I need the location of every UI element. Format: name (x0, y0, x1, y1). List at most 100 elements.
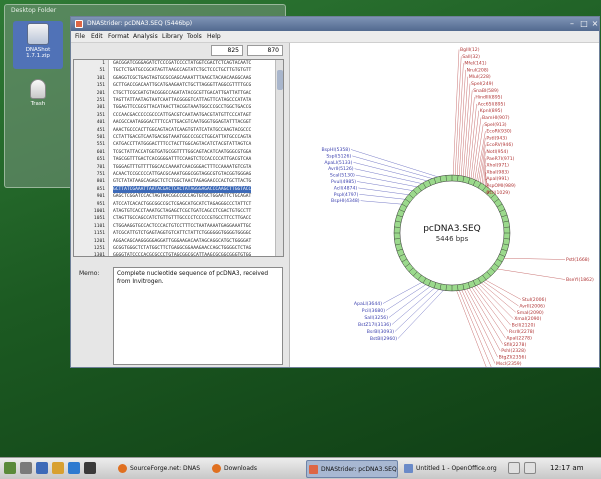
restriction-site-label[interactable]: BtgZI(2356) (499, 355, 527, 361)
restriction-site-label[interactable]: BclI(1029) (486, 190, 510, 196)
restriction-site-label[interactable]: PstI(1668) (566, 257, 590, 263)
restriction-site-label[interactable]: SspI(5126) (326, 153, 351, 159)
scrollbar-thumb[interactable] (277, 70, 283, 90)
restriction-site-label[interactable]: MluI(228) (469, 74, 491, 80)
task-sourceforge[interactable]: SourceForge.net: DNAS (116, 460, 204, 478)
start-menu-icon[interactable] (4, 462, 16, 474)
restriction-site-label[interactable]: PvuI(4985) (331, 179, 356, 185)
restriction-site-label[interactable]: BclI(2120) (512, 323, 536, 329)
sequence-line[interactable]: CTAGTTGCCAGCCATCTGTTGTTTGCCCCTCCCCCGTGCC… (113, 215, 251, 222)
restriction-site-label[interactable]: ApaI(991) (486, 176, 509, 182)
restriction-site-label[interactable]: XmaI(2090) (514, 316, 541, 322)
restriction-site-label[interactable]: BamHI(907) (482, 115, 510, 121)
sequence-text[interactable]: GACGGATCGGGAGATCTCCCGATCCCCTATGGTCGACTCT… (111, 60, 275, 256)
sequence-line[interactable]: GAGCTCGGATCCACTAGTAACGGCCGCCAGTGTGCTGGAA… (113, 193, 251, 200)
restriction-site-label[interactable]: BspHI(5358) (321, 147, 350, 153)
sequence-line[interactable]: TGCTCTGATGCCGCATAGTTAAGCCAGTATCTGCTCCCTG… (113, 67, 251, 74)
restriction-site-label[interactable]: AvrII(2006) (519, 303, 545, 309)
home-folder-icon[interactable] (52, 462, 64, 474)
task-dnastrider[interactable]: DNAStrider: pcDNA3.SEQ (306, 460, 398, 478)
sequence-line[interactable]: ACAACTCCGCCCCATTGACGCAAATGGGCGGTAGGCGTGT… (113, 171, 251, 178)
sequence-line[interactable]: CCTATTGACGTCAATGACGGTAAATGGCCCGCCTGGCATT… (113, 134, 251, 141)
restriction-site-label[interactable]: PspOMI(989) (486, 183, 515, 189)
restriction-site-label[interactable]: StuI(2006) (522, 297, 546, 303)
restriction-site-label[interactable]: ApaLI(5133) (324, 160, 352, 166)
sequence-line[interactable]: GTCTATATAAGCAGAGCTCTCTGGCTAACTAGAGAACCCA… (113, 178, 251, 185)
menu-edit[interactable]: Edit (91, 33, 103, 40)
sequence-editor[interactable]: 1 51 101 151 201 251 301 351 401 451 501 551 601 651 7… (73, 59, 284, 257)
restriction-site-label[interactable]: HindIII(895) (475, 95, 502, 101)
restriction-site-label[interactable]: EcoRV(946) (486, 142, 513, 148)
restriction-site-label[interactable]: ScaI(5130) (330, 173, 355, 179)
restriction-site-label[interactable]: RsrII(2278) (509, 329, 535, 335)
restriction-site-label[interactable]: BseYI(1862) (566, 277, 594, 283)
selection-end-field[interactable]: 870 (247, 45, 283, 56)
restriction-site-label[interactable]: BsrBI(3093) (367, 329, 394, 335)
sequence-line[interactable]: CTGGAAGGTGCCACTCCCACTGTCCTTTCCTAATAAAATG… (113, 223, 251, 230)
app-icon[interactable] (75, 20, 83, 28)
network-icon[interactable] (508, 462, 520, 474)
sequence-line[interactable]: TAGTTATTAATAGTAATCAATTACGGGGTCATTAGTTCAT… (113, 97, 251, 104)
sequence-scrollbar[interactable] (275, 60, 283, 256)
restriction-site-label[interactable]: Acc65I(895) (478, 101, 506, 107)
maximize-icon[interactable]: □ (579, 19, 589, 29)
sequence-line[interactable]: AACGCCAATAGGGACTTTCCATTGACGTCAATGGGTGGAG… (113, 119, 251, 126)
restriction-site-label[interactable]: AvrII(5126) (328, 166, 354, 172)
sequence-line[interactable]: GGAGGTCGCTGAGTAGTGCGCGAGCAAAATTTAAGCTACA… (113, 75, 251, 82)
sequence-line[interactable]: GCTTGACCGACAATTGCATGAAGAATCTGCTTAGGGTTAG… (113, 82, 251, 89)
desktop-icon-dnashot-zip[interactable]: DNAShot 1.7.1.zip (13, 21, 63, 69)
memo-textarea[interactable]: Complete nucleotide sequence of pcDNA3, … (113, 267, 283, 365)
desktop-icon-trash[interactable]: Trash (13, 79, 63, 107)
restriction-site-label[interactable]: NruI(208) (467, 67, 489, 73)
sequence-line[interactable]: CCCAACGACCCCCGCCCATTGACGTCAATAATGACGTATG… (113, 112, 251, 119)
task-openoffice[interactable]: Untitled 1 - OpenOffice.org (402, 460, 498, 478)
sequence-line[interactable]: ATCCATCACACTGGCGGCCGCTCGAGCATGCATCTAGAGG… (113, 201, 251, 208)
sequence-line[interactable]: CTGCTTCGCGATGTACGGGCCAGATATACGCGTTGACATT… (113, 90, 251, 97)
sequence-line[interactable]: AAACTGCCCACTTGGCAGTACATCAAGTGTATCATATGCC… (113, 127, 251, 134)
restriction-site-label[interactable]: SpeI(913) (484, 122, 507, 128)
restriction-site-label[interactable]: MfeI(141) (464, 61, 486, 67)
restriction-site-label[interactable]: BspHI(4348) (331, 198, 360, 204)
restriction-site-label[interactable]: EcoRI(930) (486, 129, 511, 135)
selection-start-field[interactable]: 825 (211, 45, 243, 56)
restriction-site-label[interactable]: MscI(2359) (496, 361, 522, 367)
menu-analysis[interactable]: Analysis (133, 33, 158, 40)
restriction-site-label[interactable]: XhoI(971) (486, 163, 509, 169)
sequence-line[interactable]: AGGACAGCAAGGGGGAGGATTGGGAAGACAATAGCAGGCA… (113, 238, 251, 245)
restriction-site-label[interactable]: PstI(943) (486, 135, 507, 141)
restriction-site-label[interactable]: SalI(3256) (364, 315, 388, 321)
restriction-site-label[interactable]: SfiI(2278) (504, 342, 527, 348)
restriction-site-label[interactable]: PspI(4797) (334, 192, 359, 198)
window-titlebar[interactable]: DNAStrider: pcDNA3.SEQ (5446bp) – □ × (71, 17, 599, 31)
menu-file[interactable]: File (75, 33, 85, 40)
file-manager-icon[interactable] (36, 462, 48, 474)
restriction-site-label[interactable]: PciI(3680) (362, 308, 385, 314)
restriction-site-label[interactable]: KpnI(895) (480, 108, 503, 114)
restriction-site-label[interactable]: SalI(32) (462, 54, 480, 60)
menu-help[interactable]: Help (207, 33, 221, 40)
restriction-site-label[interactable]: NotI(954) (486, 149, 508, 155)
menu-tools[interactable]: Tools (187, 33, 202, 40)
sequence-line[interactable]: ATAGTGTCACCTAAATGCTAGAGCTCGCTGATCAGCCTCG… (113, 208, 251, 215)
restriction-site-label[interactable]: SpeI(249) (471, 81, 494, 87)
menu-library[interactable]: Library (162, 33, 183, 40)
sequence-line[interactable]: TCGCTATTACCATGGTGATGCGGTTTTGGCAGTACATCAA… (113, 149, 251, 156)
task-downloads[interactable]: Downloads (210, 460, 272, 478)
menu-format[interactable]: Format (108, 33, 129, 40)
browser-icon[interactable] (68, 462, 80, 474)
sequence-line[interactable]: TAGCGGTTTGACTCACGGGGATTTCCAAGTCTCCACCCCA… (113, 156, 251, 163)
sequence-line[interactable]: GGGGTATCCCCACGCGCCCTGTAGCGGCGCATTAAGCGCG… (113, 252, 251, 256)
sequence-line[interactable]: GCTTATCGAAATTAATACGACTCACTATAGGGAGACCCAA… (113, 185, 252, 194)
close-icon[interactable]: × (590, 19, 600, 29)
sequence-line[interactable]: ATCGCATTGTCTGAGTAGGTGTCATTCTATTCTGGGGGGT… (113, 230, 251, 237)
sequence-line[interactable]: TGGGAGTTTGTTTTGGCACCAAAATCAACGGGACTTTCCA… (113, 164, 251, 171)
restriction-site-label[interactable]: PshI(2328) (501, 348, 526, 354)
restriction-site-label[interactable]: BglII(12) (460, 47, 480, 53)
sequence-line[interactable]: GCGGTGGGCTCTATGGCTTCTGAGGCGGAAAGAACCAGCT… (113, 245, 251, 252)
sequence-line[interactable]: CATGACCTTATGGGACTTTCCTACTTGGCAGTACATCTAC… (113, 141, 251, 148)
volume-icon[interactable] (524, 462, 536, 474)
restriction-site-label[interactable]: ApaLI(3644) (354, 301, 382, 307)
show-desktop-icon[interactable] (20, 462, 32, 474)
restriction-site-label[interactable]: SmaI(2090) (517, 310, 544, 316)
sequence-line[interactable]: TGGAGTTCCGCGTTACATAACTTACGGTAAATGGCCCGCC… (113, 104, 251, 111)
